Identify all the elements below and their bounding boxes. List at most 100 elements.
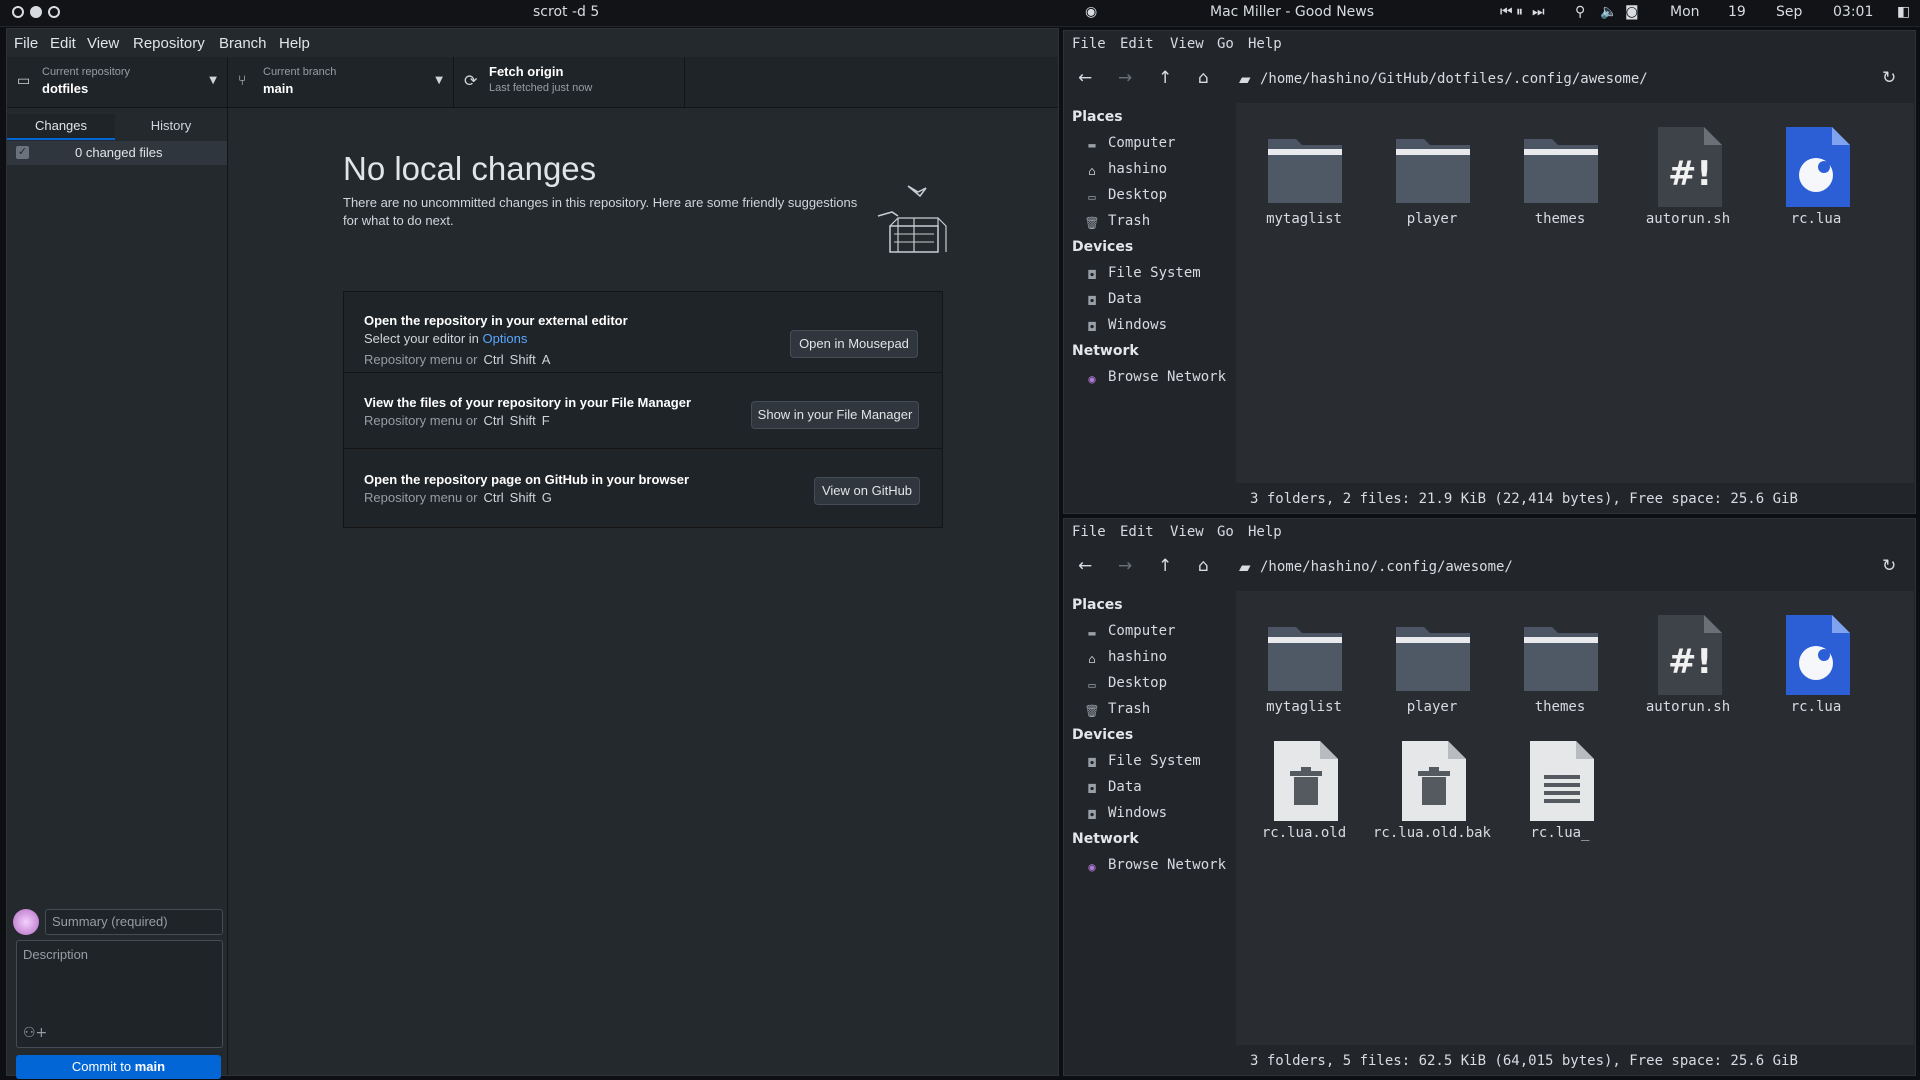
location-icon[interactable]: ⚲ bbox=[1575, 4, 1585, 20]
branch-label: Current branch bbox=[263, 66, 337, 78]
sidebar-item-trash[interactable]: 🗑 Trash bbox=[1084, 213, 1150, 230]
places-sidebar: Places ▬ Computer ⌂ hashino ▭ Desktop 🗑 Tras… bbox=[1064, 591, 1236, 1075]
forward-icon[interactable]: → bbox=[1118, 556, 1132, 576]
menu-go[interactable]: Go bbox=[1217, 524, 1234, 540]
toolbar: ▭ Current repository dotfiles ▼ ⑂ Curren… bbox=[7, 57, 1058, 108]
sidebar-item-trash[interactable]: 🗑 Trash bbox=[1084, 701, 1150, 718]
forward-icon[interactable]: → bbox=[1118, 68, 1132, 88]
sidebar-item-file-system[interactable]: ◘ File System bbox=[1084, 265, 1200, 282]
summary-input[interactable]: Summary (required) bbox=[45, 909, 223, 935]
date: 19 bbox=[1728, 4, 1746, 20]
back-icon[interactable]: ← bbox=[1078, 556, 1092, 576]
clock: 03:01 bbox=[1833, 4, 1874, 20]
show-in-file-manager-button[interactable]: Show in your File Manager bbox=[751, 401, 919, 429]
sidebar-item-hashino[interactable]: ⌂ hashino bbox=[1084, 649, 1167, 666]
layout-icon[interactable]: ◧ bbox=[1897, 4, 1910, 20]
menu-file[interactable]: File bbox=[1072, 524, 1106, 540]
menu-view[interactable]: View bbox=[1170, 36, 1204, 52]
navigation-bar: ← → ↑ ⌂ ▰ /home/hashino/.config/awesome/… bbox=[1064, 545, 1915, 589]
spotify-icon[interactable]: ◉ bbox=[1085, 4, 1097, 20]
tag-indicator-icon[interactable] bbox=[48, 6, 60, 18]
menu-file[interactable]: File bbox=[1072, 36, 1106, 52]
menu-go[interactable]: Go bbox=[1217, 36, 1234, 52]
chevron-down-icon: ▼ bbox=[209, 75, 217, 86]
sidebar-item-data[interactable]: ◘ Data bbox=[1084, 779, 1141, 796]
sidebar-item-desktop[interactable]: ▭ Desktop bbox=[1084, 675, 1167, 692]
fetch-subtitle: Last fetched just now bbox=[489, 82, 593, 94]
menu-repository[interactable]: Repository bbox=[133, 35, 205, 52]
branch-value: main bbox=[263, 81, 294, 96]
open-in-editor-button[interactable]: Open in Mousepad bbox=[790, 330, 918, 358]
drive-icon: ◘ bbox=[1088, 268, 1096, 282]
current-repository-button[interactable]: ▭ Current repository dotfiles ▼ bbox=[7, 57, 228, 107]
commit-button[interactable]: Commit to main bbox=[16, 1055, 221, 1079]
page-title: No local changes bbox=[343, 150, 597, 187]
add-coauthor-icon[interactable]: ⚇+ bbox=[23, 1025, 47, 1041]
home-icon[interactable]: ⌂ bbox=[1198, 556, 1209, 576]
menu-branch[interactable]: Branch bbox=[219, 35, 267, 52]
tab-changes[interactable]: Changes bbox=[7, 114, 115, 140]
description-placeholder: Description bbox=[23, 947, 89, 962]
path-bar[interactable]: /home/hashino/.config/awesome/ bbox=[1260, 559, 1513, 575]
backup-file-icon bbox=[1402, 741, 1466, 821]
file-manager-card: View the files of your repository in you… bbox=[343, 372, 943, 451]
menu-edit[interactable]: Edit bbox=[1120, 524, 1154, 540]
sidebar-item-browse-network[interactable]: ◉ Browse Network bbox=[1084, 857, 1226, 874]
folder-icon: ▰ bbox=[1239, 558, 1251, 576]
sidebar-item-file-system[interactable]: ◘ File System bbox=[1084, 753, 1200, 770]
sidebar-item-data[interactable]: ◘ Data bbox=[1084, 291, 1141, 308]
menu-bar: File Edit View Go Help bbox=[1064, 31, 1915, 57]
path-bar[interactable]: /home/hashino/GitHub/dotfiles/.config/aw… bbox=[1260, 71, 1648, 87]
options-link[interactable]: Options bbox=[483, 331, 528, 346]
reload-icon[interactable]: ↻ bbox=[1882, 556, 1896, 576]
window-title: scrot -d 5 bbox=[533, 4, 600, 20]
now-playing: Mac Miller - Good News bbox=[1210, 4, 1375, 20]
file-view: mytaglist player themes #! autorun.sh rc… bbox=[1236, 103, 1914, 483]
select-all-checkbox[interactable]: ✓ bbox=[16, 146, 29, 159]
fetch-origin-button[interactable]: ⟳ Fetch origin Last fetched just now bbox=[454, 57, 685, 107]
menu-help[interactable]: Help bbox=[1248, 36, 1282, 52]
up-icon[interactable]: ↑ bbox=[1158, 68, 1172, 88]
tag-indicator-icon[interactable] bbox=[12, 6, 24, 18]
trash-icon: 🗑 bbox=[1084, 704, 1100, 718]
menu-view[interactable]: View bbox=[87, 35, 119, 52]
folder-icon bbox=[1268, 139, 1342, 203]
folder-icon bbox=[1396, 627, 1470, 691]
desktop-icon: ▭ bbox=[1088, 190, 1096, 204]
sidebar-item-browse-network[interactable]: ◉ Browse Network bbox=[1084, 369, 1226, 386]
tab-history[interactable]: History bbox=[117, 114, 225, 138]
menu-edit[interactable]: Edit bbox=[1120, 36, 1154, 52]
discord-icon[interactable]: ◙ bbox=[1625, 4, 1639, 20]
branch-icon: ⑂ bbox=[238, 73, 247, 89]
tag-indicator-icon[interactable] bbox=[30, 6, 42, 18]
home-icon[interactable]: ⌂ bbox=[1198, 68, 1209, 88]
sidebar-item-windows[interactable]: ◘ Windows bbox=[1084, 805, 1167, 822]
menu-help[interactable]: Help bbox=[1248, 524, 1282, 540]
back-icon[interactable]: ← bbox=[1078, 68, 1092, 88]
reload-icon[interactable]: ↻ bbox=[1882, 68, 1896, 88]
trash-icon: 🗑 bbox=[1084, 216, 1100, 230]
network-header: Network bbox=[1072, 343, 1139, 359]
computer-icon: ▬ bbox=[1088, 626, 1096, 640]
sidebar-item-windows[interactable]: ◘ Windows bbox=[1084, 317, 1167, 334]
menu-edit[interactable]: Edit bbox=[50, 35, 76, 52]
previous-track-icon[interactable]: ⏮ bbox=[1500, 4, 1513, 20]
menu-view[interactable]: View bbox=[1170, 524, 1204, 540]
menu-file[interactable]: File bbox=[14, 35, 38, 52]
volume-icon[interactable]: 🔈 bbox=[1600, 4, 1617, 20]
description-textarea[interactable]: Description ⚇+ bbox=[16, 940, 223, 1048]
navigation-bar: ← → ↑ ⌂ ▰ /home/hashino/GitHub/dotfiles/… bbox=[1064, 57, 1915, 101]
view-on-github-button[interactable]: View on GitHub bbox=[814, 477, 920, 505]
github-desktop-window: File Edit View Repository Branch Help ▭ … bbox=[6, 28, 1059, 1079]
menu-help[interactable]: Help bbox=[279, 35, 310, 52]
pause-icon[interactable]: ⏸ bbox=[1516, 4, 1523, 20]
sidebar-item-computer[interactable]: ▬ Computer bbox=[1084, 623, 1175, 640]
sidebar-item-computer[interactable]: ▬ Computer bbox=[1084, 135, 1175, 152]
places-header: Places bbox=[1072, 597, 1123, 613]
sidebar-item-hashino[interactable]: ⌂ hashino bbox=[1084, 161, 1167, 178]
sidebar-item-desktop[interactable]: ▭ Desktop bbox=[1084, 187, 1167, 204]
current-branch-button[interactable]: ⑂ Current branch main ▼ bbox=[228, 57, 454, 107]
next-track-icon[interactable]: ⏭ bbox=[1532, 4, 1545, 20]
up-icon[interactable]: ↑ bbox=[1158, 556, 1172, 576]
repo-icon: ▭ bbox=[17, 73, 31, 89]
